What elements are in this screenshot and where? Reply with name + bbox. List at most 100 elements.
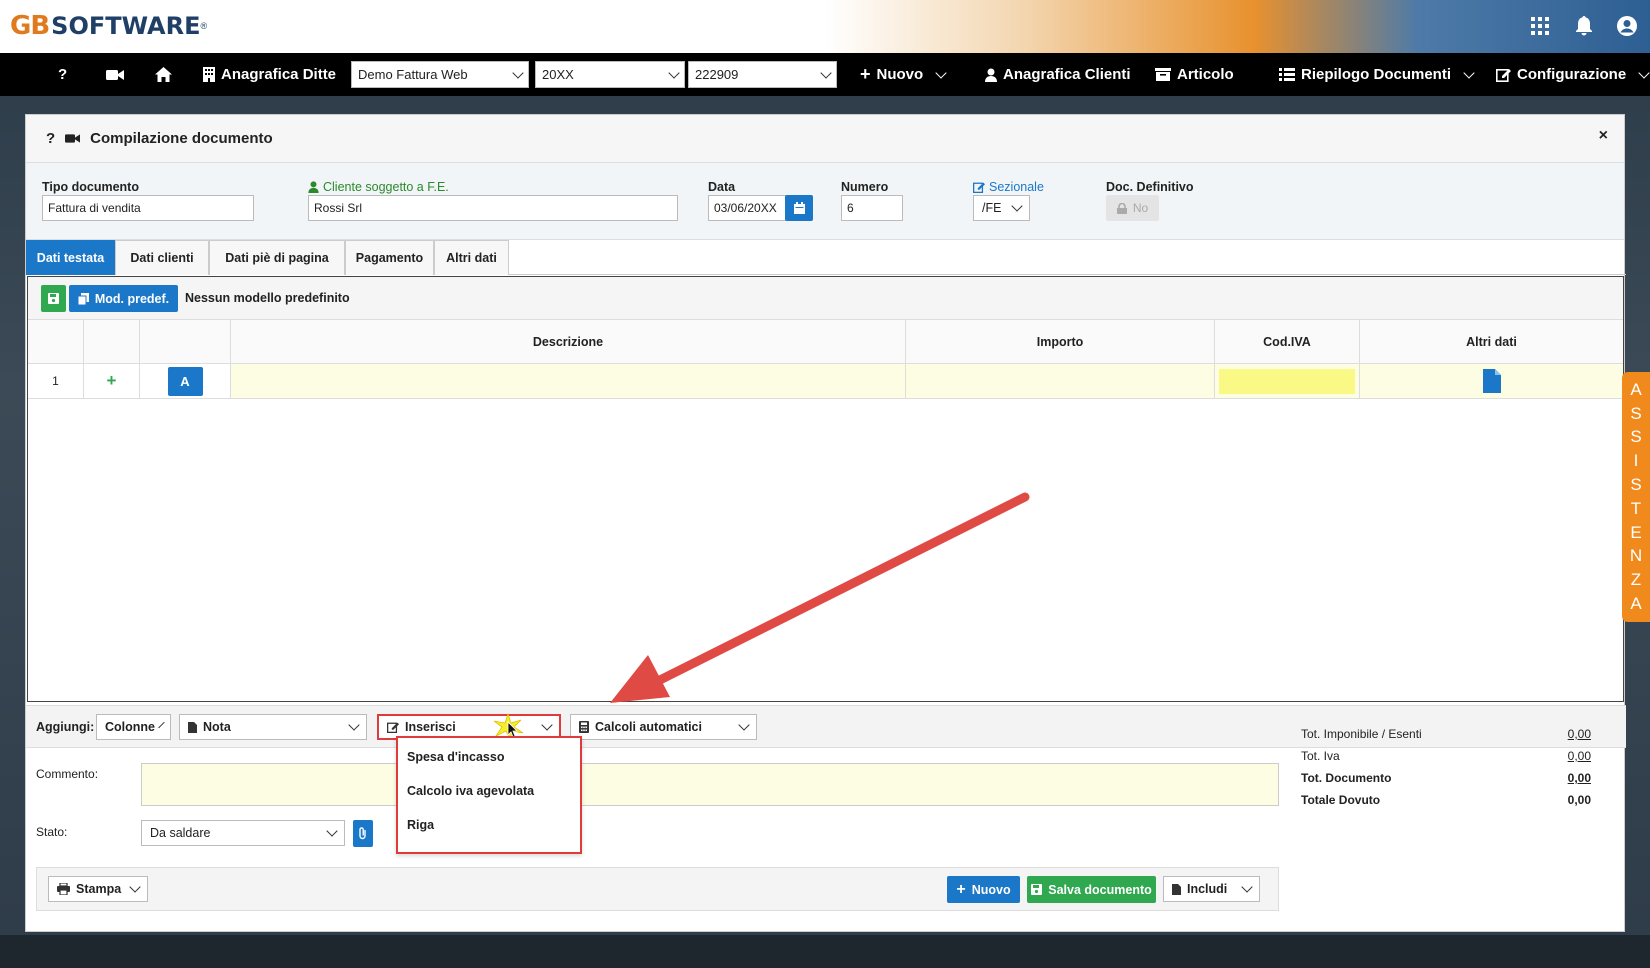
nav-nuovo-label: Nuovo	[876, 66, 924, 83]
logo-software: SOFTWARE	[51, 12, 201, 40]
save-model-button[interactable]	[41, 285, 66, 312]
user-account-icon[interactable]	[1616, 15, 1638, 37]
grid-header-cod-iva[interactable]: Cod.IVA	[1215, 320, 1360, 364]
tot-iva-label: Tot. Iva	[1301, 749, 1340, 763]
nav-articolo[interactable]: Articolo	[1155, 53, 1234, 96]
totale-dovuto-value: 0,00	[1567, 793, 1591, 807]
attachment-button[interactable]	[353, 820, 373, 847]
header-fields: Tipo documento Fattura di vendita Client…	[26, 163, 1624, 240]
nav-anagrafica-ditte[interactable]: Anagrafica Ditte	[203, 53, 336, 96]
file-icon	[188, 721, 197, 733]
video-camera-icon[interactable]	[65, 133, 81, 144]
top-header: GB SOFTWARE ®	[0, 0, 1650, 53]
grid-header-add	[84, 320, 140, 364]
cliente-input[interactable]: Rossi Srl	[308, 195, 678, 221]
gb-software-logo[interactable]: GB SOFTWARE ®	[10, 8, 207, 44]
menu-item-calcolo-iva-agevolata[interactable]: Calcolo iva agevolata	[407, 784, 534, 798]
colonne-label: Colonne	[105, 720, 155, 734]
grid-header-descrizione[interactable]: Descrizione	[231, 320, 906, 364]
nav-anagrafica-ditte-label: Anagrafica Ditte	[221, 66, 337, 83]
help-button[interactable]: ?	[58, 53, 67, 96]
company-select[interactable]: Demo Fattura Web	[351, 61, 529, 88]
cod-iva-cell[interactable]	[1215, 364, 1360, 399]
descrizione-cell[interactable]	[231, 364, 906, 399]
building-icon	[203, 67, 215, 82]
sezionale-label[interactable]: Sezionale	[973, 180, 1044, 194]
nav-nuovo[interactable]: + Nuovo	[860, 53, 947, 96]
altri-dati-cell[interactable]	[1360, 364, 1623, 399]
grid-header-altri-dati[interactable]: Altri dati	[1360, 320, 1623, 364]
nav-anagrafica-clienti[interactable]: Anagrafica Clienti	[985, 53, 1131, 96]
code-select[interactable]: 222909	[688, 61, 837, 88]
tab-dati-testata[interactable]: Dati testata	[26, 240, 115, 275]
tab-dati-pie-di-pagina[interactable]: Dati piè di pagina	[209, 240, 345, 275]
modello-status: Nessun modello predefinito	[185, 291, 350, 305]
tab-altri-dati[interactable]: Altri dati	[434, 240, 509, 275]
nota-select[interactable]: Nota	[179, 714, 367, 740]
sezionale-select[interactable]: /FE	[973, 195, 1030, 221]
floppy-disk-icon	[48, 293, 59, 304]
assist-letter: S	[1630, 475, 1642, 495]
numero-input[interactable]: 6	[841, 195, 903, 221]
calendar-button[interactable]	[785, 195, 813, 221]
chevron-down-icon	[1463, 66, 1475, 79]
data-input[interactable]: 03/06/20XX	[708, 195, 786, 221]
panel-help-button[interactable]: ?	[46, 130, 55, 147]
salva-documento-button[interactable]: Salva documento	[1027, 876, 1156, 903]
assist-letter: A	[1630, 379, 1642, 399]
edit-icon	[387, 722, 399, 733]
user-icon	[985, 68, 997, 82]
paperclip-icon	[359, 827, 366, 840]
tab-dati-clienti[interactable]: Dati clienti	[115, 240, 209, 275]
tab-pagamento[interactable]: Pagamento	[345, 240, 434, 275]
nav-configurazione[interactable]: Configurazione	[1496, 53, 1650, 96]
chevron-down-icon	[1638, 66, 1650, 79]
printer-icon	[57, 883, 70, 895]
tipo-documento-input[interactable]: Fattura di vendita	[42, 195, 254, 221]
bell-icon[interactable]	[1573, 15, 1595, 37]
chevron-down-icon	[129, 881, 141, 893]
mod-predef-button[interactable]: Mod. predef.	[69, 285, 178, 312]
chevron-down-icon	[1241, 881, 1253, 893]
plus-icon: +	[860, 64, 871, 84]
apps-grid-icon[interactable]	[1529, 15, 1551, 37]
stato-select[interactable]: Da saldare	[141, 820, 345, 846]
year-select[interactable]: 20XX	[535, 61, 685, 88]
help-label: ?	[58, 66, 68, 83]
user-icon	[308, 181, 319, 193]
grid-header-importo[interactable]: Importo	[906, 320, 1215, 364]
nota-label: Nota	[203, 720, 231, 734]
colonne-select[interactable]: Colonne	[96, 714, 171, 740]
nav-riepilogo-documenti[interactable]: Riepilogo Documenti	[1279, 53, 1475, 96]
file-icon[interactable]	[1482, 369, 1501, 393]
row-type-button[interactable]: A	[167, 366, 203, 396]
nav-articolo-label: Articolo	[1177, 66, 1234, 83]
add-row-button[interactable]: +	[84, 364, 140, 399]
panel-title: Compilazione documento	[90, 130, 273, 147]
chevron-down-icon	[348, 719, 360, 731]
doc-definitivo-toggle[interactable]: No	[1106, 195, 1159, 221]
calcoli-automatici-select[interactable]: Calcoli automatici	[570, 714, 757, 740]
nuovo-button[interactable]: + Nuovo	[947, 876, 1020, 903]
cod-iva-input[interactable]	[1219, 368, 1355, 394]
stato-value: Da saldare	[150, 826, 211, 840]
chevron-down-icon	[738, 719, 750, 731]
video-camera-icon[interactable]	[106, 53, 124, 96]
close-button[interactable]: ×	[1599, 127, 1608, 145]
row-type-cell: A	[140, 364, 231, 399]
assistenza-tab[interactable]: A S S I S T E N Z A	[1622, 372, 1650, 622]
home-icon[interactable]	[155, 53, 172, 96]
importo-cell[interactable]	[906, 364, 1215, 399]
includi-select[interactable]: Includi	[1163, 876, 1260, 902]
assist-letter: I	[1633, 451, 1639, 471]
stampa-select[interactable]: Stampa	[48, 876, 148, 902]
grid-header-type	[140, 320, 231, 364]
commento-textarea[interactable]	[141, 763, 1279, 806]
tab-bar: Dati testata Dati clienti Dati piè di pa…	[26, 240, 1626, 275]
aggiungi-label: Aggiungi:	[36, 720, 95, 734]
floppy-disk-icon	[1031, 884, 1043, 895]
menu-item-spesa-incasso[interactable]: Spesa d'incasso	[407, 750, 504, 764]
tot-imponibile-label: Tot. Imponibile / Esenti	[1301, 727, 1422, 741]
menu-item-riga[interactable]: Riga	[407, 818, 434, 832]
doc-definitivo-value: No	[1132, 201, 1149, 215]
